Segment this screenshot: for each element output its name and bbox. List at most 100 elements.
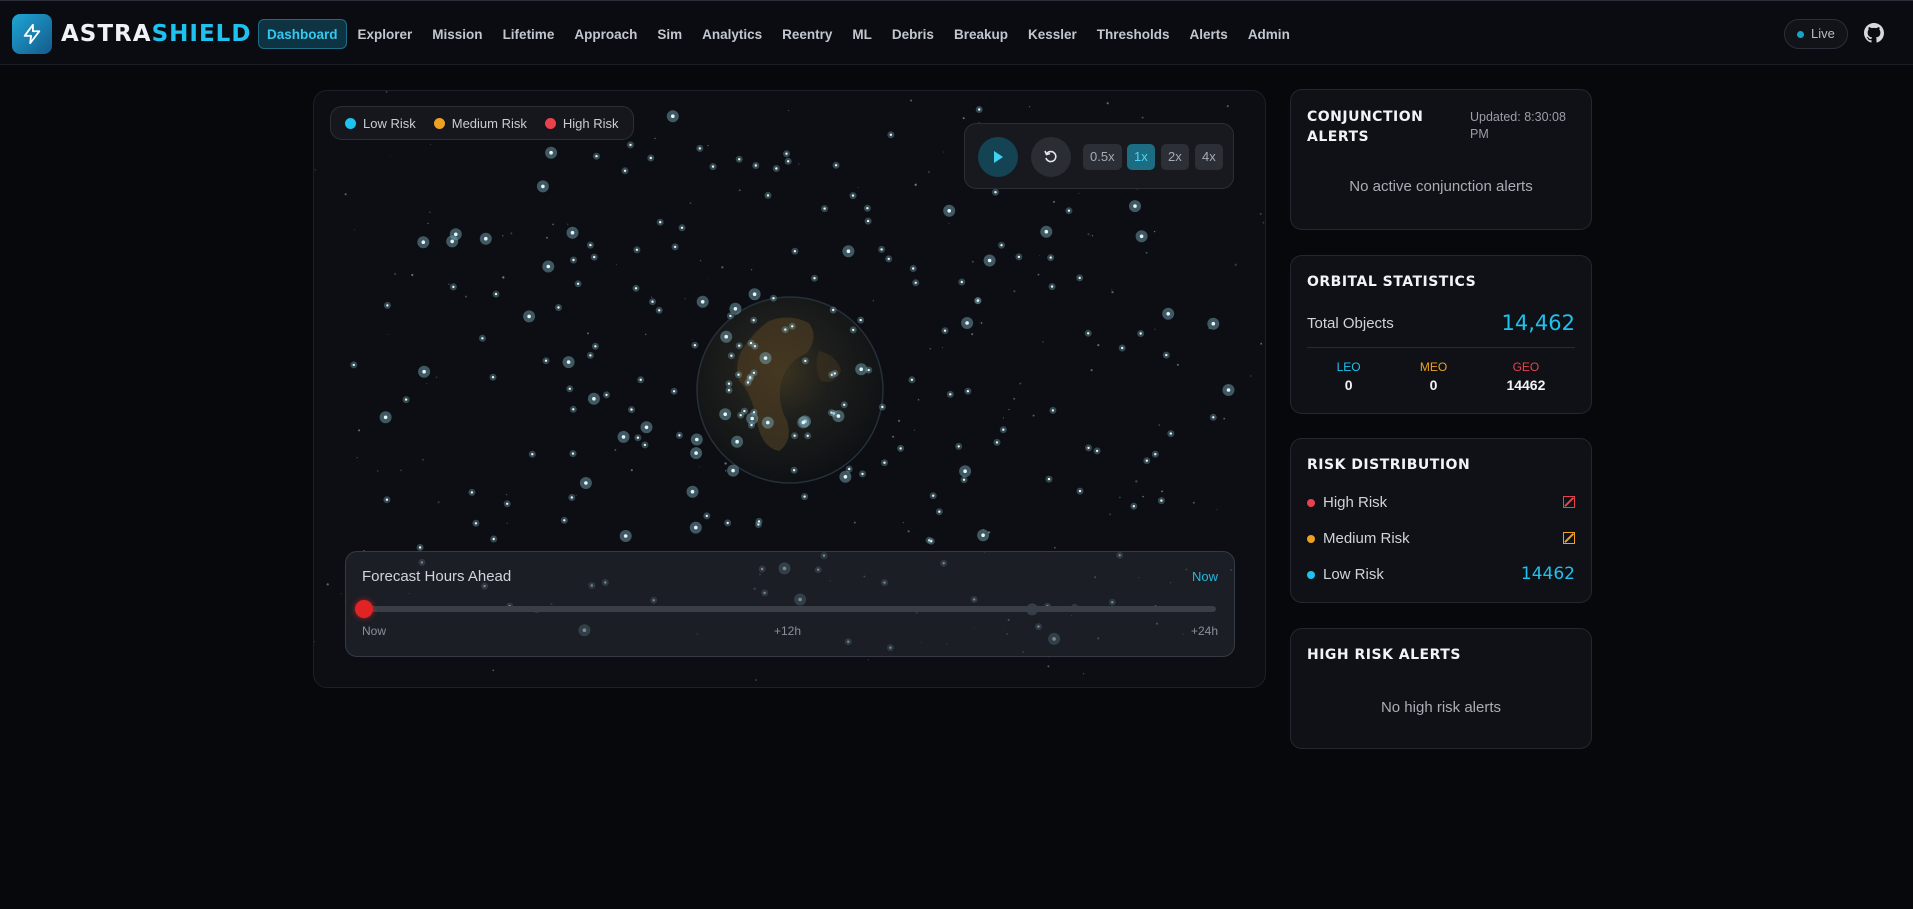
satellite-marker[interactable] [863, 204, 871, 212]
satellite-marker[interactable] [958, 278, 966, 286]
satellite-marker[interactable] [975, 106, 983, 113]
satellite-marker[interactable] [735, 155, 743, 163]
satellite-marker[interactable] [1085, 444, 1092, 452]
satellite-marker[interactable] [640, 421, 653, 434]
satellite-marker[interactable] [752, 162, 760, 169]
satellite-marker[interactable] [1151, 450, 1159, 458]
satellite-marker[interactable] [542, 357, 550, 365]
nav-item-alerts[interactable]: Alerts [1181, 19, 1237, 49]
satellite-marker[interactable] [621, 167, 629, 175]
satellite-marker[interactable] [731, 435, 744, 448]
satellite-marker[interactable] [943, 204, 956, 217]
brand[interactable]: ASTRASHIELD [12, 14, 251, 54]
satellite-marker[interactable] [811, 274, 818, 282]
satellite-marker[interactable] [1157, 497, 1165, 505]
reset-button[interactable] [1031, 137, 1071, 177]
satellite-marker[interactable] [829, 306, 837, 314]
satellite-marker[interactable] [555, 304, 562, 311]
satellite-marker[interactable] [961, 317, 974, 329]
satellite-marker[interactable] [1045, 475, 1053, 483]
satellite-marker[interactable] [656, 218, 664, 226]
satellite-marker[interactable] [1209, 413, 1217, 421]
satellite-marker[interactable] [634, 434, 642, 442]
satellite-marker[interactable] [417, 236, 430, 249]
satellite-marker[interactable] [1167, 430, 1175, 438]
satellite-marker[interactable] [797, 416, 810, 429]
satellite-marker[interactable] [647, 154, 655, 162]
satellite-marker[interactable] [821, 205, 829, 213]
satellite-marker[interactable] [1076, 274, 1084, 282]
satellite-marker[interactable] [628, 406, 635, 414]
satellite-marker[interactable] [1049, 406, 1057, 414]
satellite-marker[interactable] [761, 416, 774, 429]
satellite-marker[interactable] [857, 316, 865, 324]
satellite-marker[interactable] [831, 369, 839, 377]
satellite-marker[interactable] [864, 217, 872, 225]
satellite-marker[interactable] [929, 492, 937, 500]
satellite-marker[interactable] [503, 500, 511, 508]
satellite-marker[interactable] [1040, 225, 1053, 238]
satellite-marker[interactable] [1162, 307, 1175, 320]
satellite-marker[interactable] [897, 444, 905, 452]
nav-item-breakup[interactable]: Breakup [945, 19, 1017, 49]
nav-item-ml[interactable]: ML [843, 19, 881, 49]
satellite-marker[interactable] [478, 334, 486, 342]
satellite-marker[interactable] [709, 163, 717, 171]
speed-button-2x[interactable]: 2x [1161, 144, 1189, 170]
satellite-marker[interactable] [545, 146, 558, 159]
satellite-marker[interactable] [562, 356, 575, 369]
satellite-marker[interactable] [560, 516, 568, 524]
satellite-marker[interactable] [1076, 487, 1084, 495]
satellite-marker[interactable] [865, 366, 873, 374]
satellite-marker[interactable] [842, 245, 855, 258]
satellite-marker[interactable] [479, 232, 492, 245]
orbit-visualization[interactable]: Low Risk Medium Risk High Risk 0.5x 1x 2x 4… [313, 90, 1266, 688]
satellite-marker[interactable] [878, 403, 886, 411]
nav-item-lifetime[interactable]: Lifetime [494, 19, 564, 49]
satellite-marker[interactable] [542, 260, 555, 273]
satellite-marker[interactable] [569, 405, 577, 413]
satellite-marker[interactable] [750, 316, 758, 324]
satellite-marker[interactable] [523, 310, 536, 323]
github-icon[interactable] [1864, 23, 1884, 43]
satellite-marker[interactable] [764, 191, 772, 199]
satellite-marker[interactable] [783, 150, 790, 158]
satellite-marker[interactable] [998, 241, 1005, 249]
satellite-marker[interactable] [649, 298, 656, 306]
satellite-marker[interactable] [489, 373, 497, 381]
satellite-marker[interactable] [1047, 254, 1055, 262]
satellite-marker[interactable] [887, 131, 895, 139]
satellite-marker[interactable] [788, 322, 796, 330]
satellite-marker[interactable] [751, 342, 759, 350]
satellite-marker[interactable] [1015, 253, 1023, 261]
satellite-marker[interactable] [686, 485, 699, 498]
satellite-marker[interactable] [671, 243, 679, 251]
satellite-marker[interactable] [619, 530, 632, 542]
satellite-marker[interactable] [593, 152, 600, 160]
satellite-marker[interactable] [637, 376, 645, 384]
live-status-button[interactable]: Live [1784, 19, 1848, 49]
nav-item-thresholds[interactable]: Thresholds [1088, 19, 1179, 49]
satellite-marker[interactable] [801, 493, 809, 501]
satellite-marker[interactable] [468, 488, 476, 496]
satellite-marker[interactable] [801, 357, 809, 365]
satellite-marker[interactable] [1162, 351, 1170, 359]
satellite-marker[interactable] [724, 519, 732, 527]
satellite-marker[interactable] [632, 284, 640, 292]
satellite-marker[interactable] [579, 477, 592, 489]
satellite-marker[interactable] [691, 341, 699, 349]
satellite-marker[interactable] [992, 188, 999, 196]
satellite-marker[interactable] [696, 144, 704, 152]
satellite-marker[interactable] [1118, 344, 1126, 352]
satellite-marker[interactable] [912, 279, 920, 287]
forecast-slider-track[interactable] [362, 606, 1216, 612]
satellite-marker[interactable] [959, 465, 972, 478]
satellite-marker[interactable] [586, 351, 594, 359]
satellite-marker[interactable] [748, 288, 761, 301]
satellite-marker[interactable] [675, 431, 683, 439]
satellite-marker[interactable] [416, 544, 424, 551]
satellite-marker[interactable] [379, 411, 392, 424]
satellite-marker[interactable] [955, 442, 963, 450]
nav-item-kessler[interactable]: Kessler [1019, 19, 1086, 49]
satellite-marker[interactable] [492, 290, 500, 298]
